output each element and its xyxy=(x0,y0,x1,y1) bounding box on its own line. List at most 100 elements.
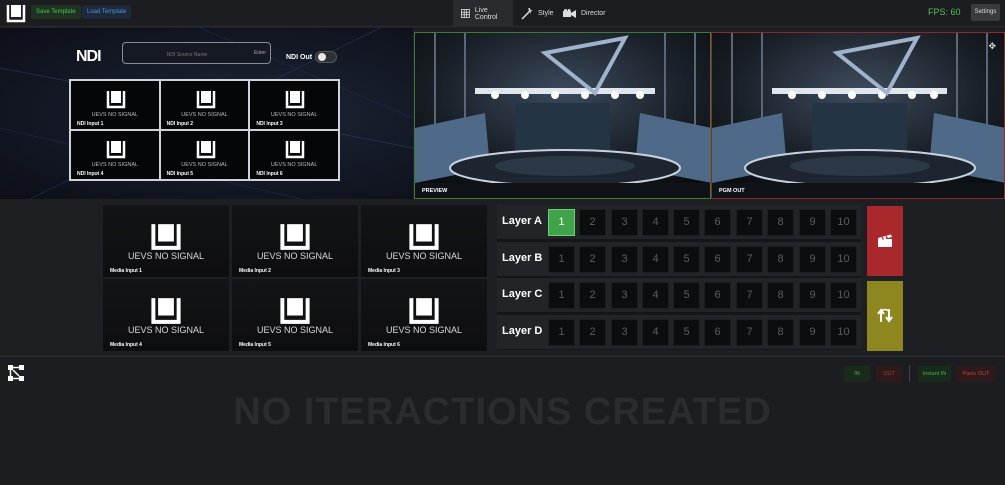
media-input-tile[interactable]: UEVS NO SIGNAL Media Input 1 xyxy=(103,205,229,277)
layer-slot-button[interactable]: 10 xyxy=(830,282,857,309)
layer-slot-button[interactable]: 6 xyxy=(704,319,731,346)
app-logo-icon xyxy=(6,5,26,23)
layer-slot-button[interactable]: 5 xyxy=(673,246,700,273)
ndi-panel: NDI Enter NDI Out UEVS NO SIGNAL NDI Inp… xyxy=(0,28,413,199)
layer-slot-button[interactable]: 2 xyxy=(579,246,606,273)
ndi-out-label: NDI Out xyxy=(286,54,313,61)
layer-slot-button[interactable]: 7 xyxy=(736,209,763,236)
cut-button[interactable] xyxy=(867,206,903,276)
no-signal-icon xyxy=(151,298,181,324)
pgm-out-label: PGM OUT xyxy=(719,188,745,194)
ndi-input-label: NDI Input 4 xyxy=(77,171,104,177)
layer-slot-button[interactable]: 1 xyxy=(548,319,575,346)
node-graph-icon[interactable] xyxy=(8,365,24,381)
in-button[interactable]: IN xyxy=(844,366,870,382)
fullscreen-icon[interactable]: ✥ xyxy=(988,41,996,52)
media-input-tile[interactable]: UEVS NO SIGNAL Media Input 5 xyxy=(232,279,358,351)
layer-slot-button[interactable]: 8 xyxy=(767,319,794,346)
layer-slot-button[interactable]: 6 xyxy=(704,209,731,236)
ndi-input-label: NDI Input 3 xyxy=(256,121,283,127)
layer-slot-button[interactable]: 2 xyxy=(579,319,606,346)
ndi-input-label: NDI Input 2 xyxy=(166,121,194,127)
layer-slot-button[interactable]: 3 xyxy=(611,246,638,273)
panic-out-button[interactable]: Panic OUT xyxy=(957,366,995,382)
layer-slot-button[interactable]: 2 xyxy=(579,282,606,309)
ndi-input-tile[interactable]: UEVS NO SIGNAL NDI Input 2 xyxy=(159,80,250,130)
ndi-input-tile[interactable]: UEVS NO SIGNAL NDI Input 5 xyxy=(159,130,250,180)
layer-slot-button[interactable]: 4 xyxy=(642,209,669,236)
layer-slot-button[interactable]: 1 xyxy=(548,246,575,273)
no-signal-text: UEVS NO SIGNAL xyxy=(256,251,334,261)
empty-state-message: NO ITERACTIONS CREATED xyxy=(233,391,772,433)
grid-icon xyxy=(461,9,470,18)
media-input-tile[interactable]: UEVS NO SIGNAL Media Input 6 xyxy=(361,279,487,351)
layer-slot-button[interactable]: 4 xyxy=(642,246,669,273)
ndi-input-tile[interactable]: UEVS NO SIGNAL NDI Input 4 xyxy=(70,130,160,180)
ndi-enter-button[interactable]: Enter xyxy=(254,50,266,56)
camera-icon xyxy=(563,8,576,18)
tab-director[interactable]: Director xyxy=(555,0,614,27)
ndi-input-label: NDI Input 1 xyxy=(77,121,104,127)
layer-slot-button[interactable]: 10 xyxy=(830,209,857,236)
load-template-button[interactable]: Load Template xyxy=(82,5,132,19)
layer-slot-button[interactable]: 6 xyxy=(704,246,731,273)
layer-slot-button[interactable]: 6 xyxy=(704,282,731,309)
out-button[interactable]: OUT xyxy=(876,366,902,382)
preview-monitor[interactable]: PREVIEW xyxy=(414,32,711,199)
transition-button[interactable] xyxy=(867,281,903,351)
ndi-input-grid: UEVS NO SIGNAL NDI Input 1 UEVS NO SIGNA… xyxy=(69,79,340,181)
layer-slot-button[interactable]: 8 xyxy=(767,282,794,309)
layer-name: Layer D xyxy=(502,325,543,337)
studio-scene-image xyxy=(712,33,1004,198)
swap-arrows-icon xyxy=(877,308,893,323)
media-input-label: Media Input 2 xyxy=(239,268,271,274)
layer-slot-button[interactable]: 5 xyxy=(673,282,700,309)
layer-slot-button[interactable]: 7 xyxy=(736,246,763,273)
save-template-button[interactable]: Save Template xyxy=(31,5,81,19)
tab-style-label: Style xyxy=(538,10,554,17)
program-monitor[interactable]: ✥ PGM OUT xyxy=(711,32,1005,199)
no-signal-icon xyxy=(286,141,305,159)
layer-slot-button[interactable]: 5 xyxy=(673,209,700,236)
layer-slot-button[interactable]: 9 xyxy=(799,319,826,346)
layer-slot-button[interactable]: 4 xyxy=(642,282,669,309)
media-input-tile[interactable]: UEVS NO SIGNAL Media Input 3 xyxy=(361,205,487,277)
ndi-input-tile[interactable]: UEVS NO SIGNAL NDI Input 3 xyxy=(249,80,339,130)
clapperboard-icon xyxy=(878,234,892,247)
no-signal-text: UEVS NO SIGNAL xyxy=(385,251,463,261)
ndi-input-tile[interactable]: UEVS NO SIGNAL NDI Input 1 xyxy=(70,80,160,130)
layer-slot-button[interactable]: 3 xyxy=(611,209,638,236)
instant-in-button[interactable]: Instant IN xyxy=(918,366,951,382)
layer-slot-button[interactable]: 7 xyxy=(736,319,763,346)
layer-slot-button[interactable]: 9 xyxy=(799,209,826,236)
tab-live-control[interactable]: Live Control xyxy=(453,0,513,27)
ndi-source-input[interactable] xyxy=(123,45,251,65)
layer-slot-button[interactable]: 8 xyxy=(767,246,794,273)
top-bar: Save Template Load Template Live Control… xyxy=(0,0,1005,27)
toggle-knob xyxy=(318,53,326,61)
layer-slot-button[interactable]: 2 xyxy=(579,209,606,236)
no-signal-icon xyxy=(286,91,305,109)
media-input-tile[interactable]: UEVS NO SIGNAL Media Input 2 xyxy=(232,205,358,277)
no-signal-text: UEVS NO SIGNAL xyxy=(127,251,205,261)
layer-name: Layer C xyxy=(502,288,543,300)
ndi-out-toggle[interactable] xyxy=(315,51,337,63)
no-signal-icon xyxy=(106,141,126,159)
layer-slot-button[interactable]: 3 xyxy=(611,282,638,309)
layer-slot-button[interactable]: 3 xyxy=(611,319,638,346)
layer-slot-button[interactable]: 4 xyxy=(642,319,669,346)
layer-slot-button[interactable]: 1 xyxy=(548,282,575,309)
settings-button[interactable]: Settings xyxy=(971,4,1000,21)
layer-slot-button[interactable]: 1 xyxy=(548,209,575,236)
ndi-input-tile[interactable]: UEVS NO SIGNAL NDI Input 6 xyxy=(249,130,339,180)
layer-slot-button[interactable]: 7 xyxy=(736,282,763,309)
layer-slot-button[interactable]: 10 xyxy=(830,319,857,346)
layer-slot-button[interactable]: 10 xyxy=(830,246,857,273)
media-input-tile[interactable]: UEVS NO SIGNAL Media Input 4 xyxy=(103,279,229,351)
layer-slot-button[interactable]: 9 xyxy=(799,282,826,309)
layer-slot-button[interactable]: 9 xyxy=(799,246,826,273)
interactions-panel: IN OUT Instant IN Panic OUT NO ITERACTIO… xyxy=(0,356,1005,485)
layer-slot-button[interactable]: 5 xyxy=(673,319,700,346)
layer-slot-button[interactable]: 8 xyxy=(767,209,794,236)
tab-director-label: Director xyxy=(581,10,606,17)
